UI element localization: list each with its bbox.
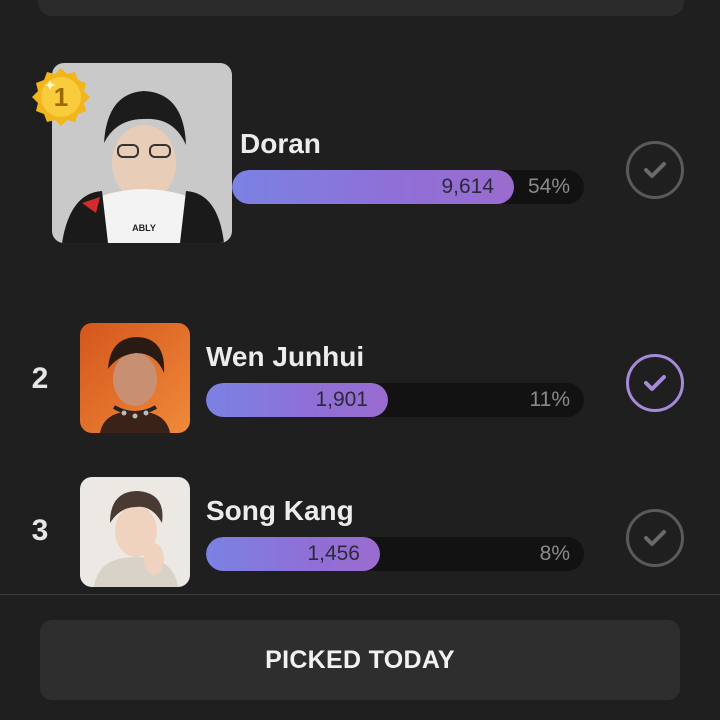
checkmark-icon: [644, 530, 666, 546]
rank-number: 2: [31, 362, 49, 395]
vote-percent: 54%: [527, 175, 570, 198]
vote-check-button[interactable]: [626, 354, 684, 412]
svg-text:ABLY: ABLY: [132, 223, 156, 233]
vote-check-button[interactable]: [626, 141, 684, 199]
medal-rank-label: 1: [54, 82, 68, 112]
gold-medal-icon: 1: [32, 68, 90, 126]
vote-count: 1,901: [315, 388, 368, 411]
vote-percent: 8%: [539, 542, 570, 565]
checkmark-icon: [644, 375, 666, 391]
player-photo-wen-junhui: [80, 323, 190, 433]
vote-bar-track: 1,901 11%: [206, 383, 584, 417]
player-name: Doran: [240, 128, 321, 159]
vote-percent: 11%: [529, 388, 570, 411]
picked-today-button[interactable]: PICKED TODAY: [40, 620, 680, 700]
rank-number: 3: [31, 514, 49, 547]
vote-count: 1,456: [307, 542, 360, 565]
checkmark-icon: [644, 162, 666, 178]
vote-bar-track: 1,456 8%: [206, 537, 584, 571]
avatar-wen-junhui: [80, 323, 190, 433]
vote-bar-track: 9,614 54%: [232, 170, 584, 204]
previous-card: [38, 0, 684, 16]
player-name: Wen Junhui: [206, 341, 365, 372]
player-photo-song-kang: [80, 477, 190, 587]
vote-check-button[interactable]: [626, 509, 684, 567]
footer-divider: [0, 594, 720, 595]
player-name: Song Kang: [206, 495, 354, 526]
avatar-song-kang: [80, 477, 190, 587]
vote-count: 9,614: [441, 175, 494, 198]
